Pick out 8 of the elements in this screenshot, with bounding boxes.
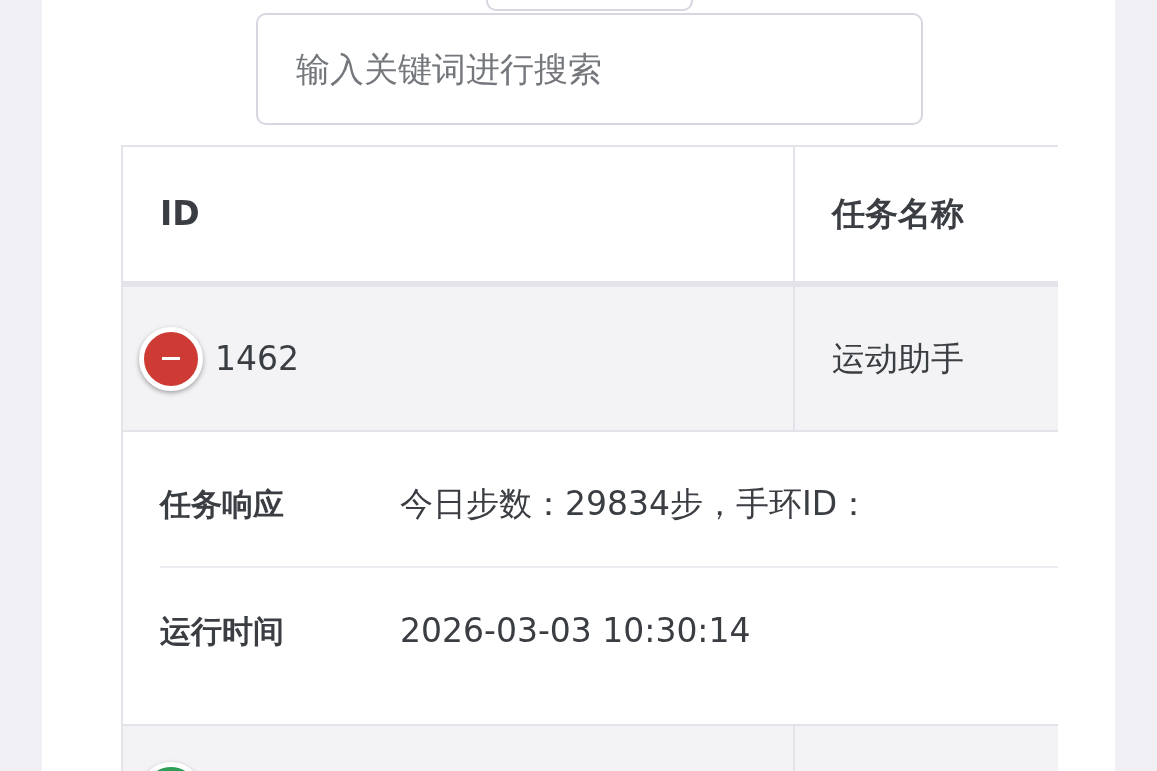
search-field[interactable]: 输入关键词进行搜索 — [256, 13, 923, 125]
detail-value: 今日步数：29834步，手环ID： — [400, 483, 871, 526]
collapse-toggle-icon[interactable] — [139, 326, 203, 391]
detail-label: 运行时间 — [160, 611, 285, 651]
detail-value: 2026-03-03 10:30:14 — [400, 610, 751, 653]
task-name-cell-text: 运动助手 — [832, 338, 964, 378]
id-cell-text: 1462 — [215, 338, 299, 378]
detail-label: 任务响应 — [160, 484, 285, 524]
